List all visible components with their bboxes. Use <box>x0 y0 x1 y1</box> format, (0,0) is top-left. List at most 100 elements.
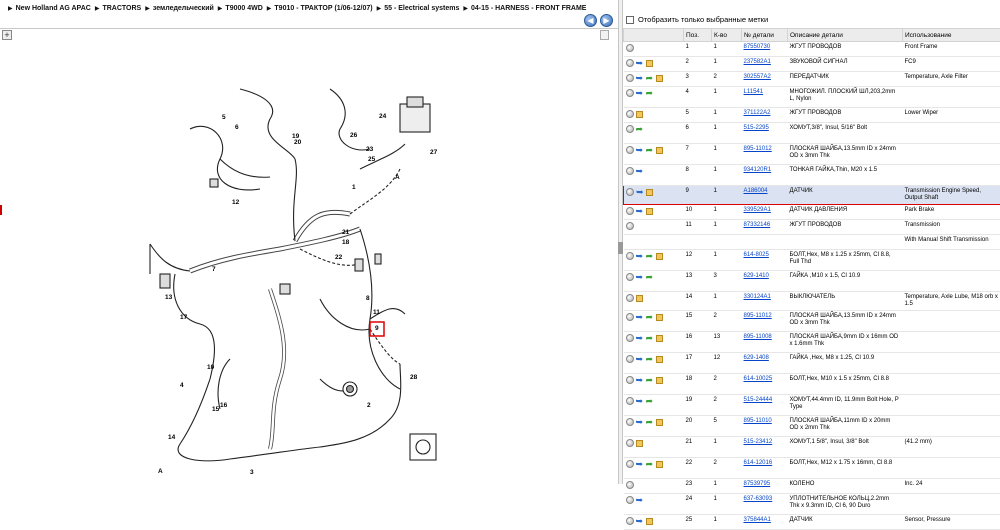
cell-part[interactable]: 629-1410 <box>742 271 788 292</box>
scroll-button[interactable] <box>600 30 609 40</box>
filter-checkbox[interactable]: Отобразить только выбранные метки <box>626 15 768 24</box>
cell-part[interactable]: 339529A1 <box>742 205 788 220</box>
table-row[interactable]: ➥251375844A1ДАТЧИКSensor, Pressure <box>624 515 1000 530</box>
select-radio-icon[interactable] <box>626 125 634 133</box>
replacement-arrow-icon[interactable]: ➥ <box>636 167 644 175</box>
replacement-arrow-icon[interactable]: ➥ <box>636 418 644 426</box>
replacement-arrow-icon[interactable]: ➥ <box>636 376 644 384</box>
table-row[interactable]: ➥➦32302557A2ПЕРЕДАТЧИКTemperature, Axle … <box>624 72 1000 87</box>
diagram-label[interactable]: 18 <box>342 239 350 246</box>
table-row[interactable]: ➥21237582A1ЗВУКОВОЙ СИГНАЛFC9 <box>624 57 1000 72</box>
replacement-arrow-icon[interactable]: ➥ <box>636 146 644 154</box>
table-row[interactable]: ➥➦222614-12016БОЛТ,Hex, M12 x 1.75 x 16m… <box>624 458 1000 479</box>
package-icon[interactable] <box>656 377 663 384</box>
select-radio-icon[interactable] <box>626 188 634 196</box>
diagram-label[interactable]: 26 <box>350 132 358 139</box>
table-row[interactable]: ➥81934120R1ТОНКАЯ ГАЙКА,Thin, M20 x 1.5 <box>624 165 1000 186</box>
diagram-label[interactable]: 28 <box>410 374 418 381</box>
diagram-label[interactable]: 21 <box>342 229 350 236</box>
table-row[interactable]: ➥➦1712629-1408ГАЙКА ,Hex, M8 x 1.25, Cl … <box>624 353 1000 374</box>
package-icon[interactable] <box>656 335 663 342</box>
diagram-label[interactable]: A <box>395 174 400 181</box>
cell-part[interactable]: 371122A2 <box>742 108 788 123</box>
table-row[interactable]: ➥241637-63093УПЛОТНИТЕЛЬНОЕ КОЛЬЦ,2.2mm … <box>624 494 1000 515</box>
col-header-qty[interactable]: К-во <box>712 29 742 42</box>
breadcrumb-item[interactable]: TRACTORS <box>102 5 141 12</box>
select-radio-icon[interactable] <box>626 44 634 52</box>
select-radio-icon[interactable] <box>626 460 634 468</box>
package-icon[interactable] <box>656 461 663 468</box>
breadcrumb-item[interactable]: 04-15 - HARNESS - FRONT FRAME <box>471 5 587 12</box>
replacement-arrow-icon[interactable]: ➥ <box>636 517 644 525</box>
table-row[interactable]: ➥➦133629-1410ГАЙКА ,M10 x 1.5, Cl 10.9 <box>624 271 1000 292</box>
table-row[interactable]: ➥➦192515-24444ХОМУТ,44.4mm ID, 11.9mm Bo… <box>624 395 1000 416</box>
package-icon[interactable] <box>656 314 663 321</box>
select-radio-icon[interactable] <box>626 313 634 321</box>
zoom-button[interactable]: + <box>2 30 12 40</box>
diagram-label[interactable]: 25 <box>368 156 376 163</box>
cell-part[interactable]: 614-12016 <box>742 458 788 479</box>
cell-part[interactable]: 895-11012 <box>742 144 788 165</box>
select-radio-icon[interactable] <box>626 207 634 215</box>
table-row[interactable]: 51371122A2ЖГУТ ПРОВОДОВLower Wiper <box>624 108 1000 123</box>
replacement-arrow-icon[interactable]: ➥ <box>636 460 644 468</box>
cell-part[interactable]: 87539795 <box>742 479 788 494</box>
checkbox[interactable] <box>626 16 634 24</box>
table-row[interactable]: ➥101339529A1ДАТЧИК ДАВЛЕНИЯPark Brake <box>624 205 1000 220</box>
select-radio-icon[interactable] <box>626 167 634 175</box>
forward-arrow-icon[interactable]: ➦ <box>646 376 654 384</box>
select-radio-icon[interactable] <box>626 517 634 525</box>
select-radio-icon[interactable] <box>626 59 634 67</box>
diagram-label[interactable]: 22 <box>335 254 343 261</box>
replacement-arrow-icon[interactable]: ➥ <box>636 334 644 342</box>
select-radio-icon[interactable] <box>626 146 634 154</box>
cell-part[interactable]: 515-2295 <box>742 123 788 144</box>
table-row[interactable]: ➥➦71895-11012ПЛОСКАЯ ШАЙБА,13.5mm ID x 2… <box>624 144 1000 165</box>
diagram-label[interactable]: 15 <box>212 406 220 413</box>
package-icon[interactable] <box>656 253 663 260</box>
replacement-arrow-icon[interactable]: ➥ <box>636 188 644 196</box>
diagram-label[interactable]: 27 <box>430 149 438 156</box>
replacement-arrow-icon[interactable]: ➥ <box>636 397 644 405</box>
col-header-desc[interactable]: Описание детали <box>788 29 903 42</box>
breadcrumb-item[interactable]: T9010 - ТРАКТОР (1/06-12/07) <box>274 5 372 12</box>
forward-arrow-icon[interactable]: ➦ <box>646 397 654 405</box>
table-row[interactable]: 11187332146ЖГУТ ПРОВОДОВTransmission <box>624 220 1000 235</box>
diagram-label[interactable]: A <box>158 468 163 475</box>
forward-arrow-icon[interactable]: ➦ <box>646 89 654 97</box>
cell-part[interactable]: 934120R1 <box>742 165 788 186</box>
cell-part[interactable]: A186004 <box>742 186 788 205</box>
diagram-label[interactable]: 23 <box>366 146 374 153</box>
select-radio-icon[interactable] <box>626 222 634 230</box>
table-row[interactable]: ➥➦121614-8025БОЛТ,Hex, M8 x 1.25 x 25mm,… <box>624 250 1000 271</box>
select-radio-icon[interactable] <box>626 496 634 504</box>
forward-arrow-icon[interactable]: ➦ <box>646 355 654 363</box>
cell-part[interactable] <box>742 235 788 250</box>
replacement-arrow-icon[interactable]: ➥ <box>636 313 644 321</box>
replacement-arrow-icon[interactable]: ➥ <box>636 59 644 67</box>
replacement-arrow-icon[interactable]: ➥ <box>636 355 644 363</box>
select-radio-icon[interactable] <box>626 418 634 426</box>
select-radio-icon[interactable] <box>626 439 634 447</box>
diagram-label[interactable]: 10 <box>207 364 215 371</box>
cell-part[interactable]: 637-63093 <box>742 494 788 515</box>
forward-button[interactable]: ▶ <box>600 14 613 27</box>
package-icon[interactable] <box>636 111 643 118</box>
replacement-arrow-icon[interactable]: ➥ <box>636 273 644 281</box>
diagram-label[interactable]: 3 <box>250 469 254 476</box>
select-radio-icon[interactable] <box>626 89 634 97</box>
table-row[interactable]: 141330124A1ВЫКЛЮЧАТЕЛЬTemperature, Axle … <box>624 292 1000 311</box>
select-radio-icon[interactable] <box>626 294 634 302</box>
diagram-label[interactable]: 17 <box>180 314 188 321</box>
replacement-arrow-icon[interactable]: ➥ <box>636 89 644 97</box>
breadcrumb-item[interactable]: T9000 4WD <box>225 5 262 12</box>
cell-part[interactable]: 302557A2 <box>742 72 788 87</box>
table-row[interactable]: ➥➦152895-11012ПЛОСКАЯ ШАЙБА,13.5mm ID x … <box>624 311 1000 332</box>
breadcrumb-item[interactable]: земледельческий <box>153 5 214 12</box>
table-row[interactable]: 211515-23412ХОМУТ,1 5/8", Insul, 3/8" Bo… <box>624 437 1000 458</box>
select-radio-icon[interactable] <box>626 74 634 82</box>
select-radio-icon[interactable] <box>626 110 634 118</box>
cell-part[interactable]: 895-11012 <box>742 311 788 332</box>
select-radio-icon[interactable] <box>626 355 634 363</box>
table-row[interactable]: 23187539795КОЛЕНОInc. 24 <box>624 479 1000 494</box>
